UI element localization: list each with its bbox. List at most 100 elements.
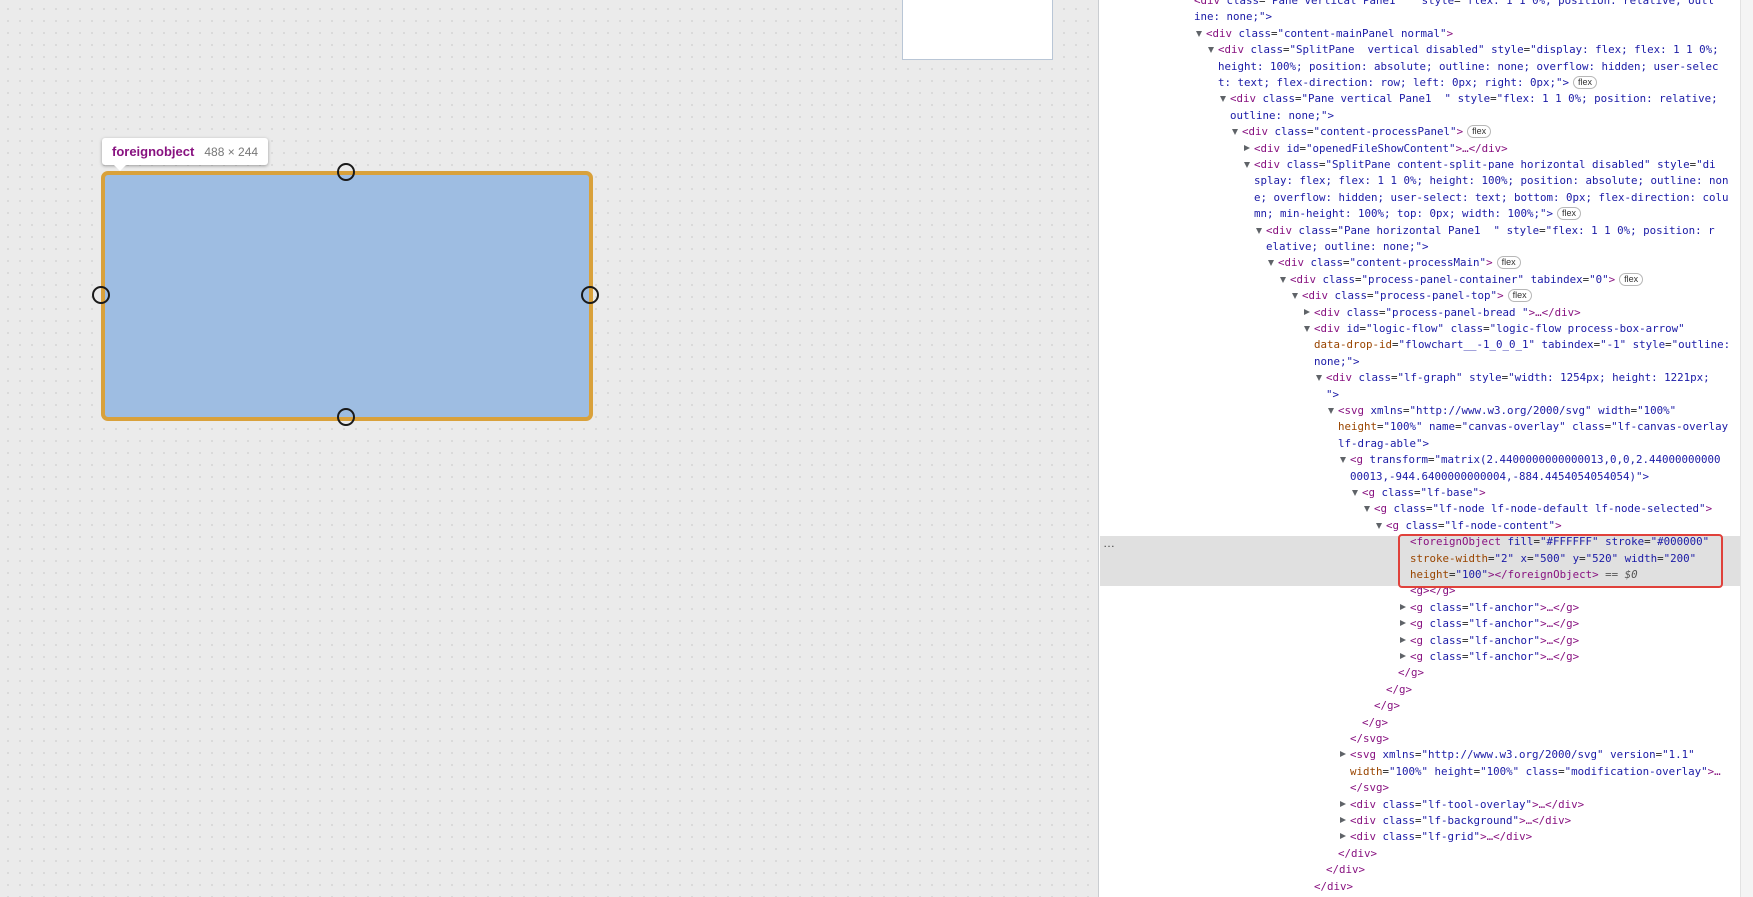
expand-triangle-open-icon[interactable]: [1352, 490, 1358, 496]
dom-row-text: </g>: [1374, 699, 1401, 713]
expand-triangle-closed-icon[interactable]: [1400, 620, 1406, 627]
dom-row-text: <div class="Pane vertical Pane1 " style=…: [1230, 92, 1718, 106]
dom-row-text: </svg>: [1350, 732, 1390, 745]
anchor-top-handle[interactable]: [337, 163, 355, 181]
tooltip-element-name: foreignobject: [112, 144, 195, 159]
dom-row-text: <g class="lf-anchor">…</g>: [1410, 650, 1580, 663]
expand-triangle-closed-icon[interactable]: [1244, 144, 1250, 151]
minimap-panel[interactable]: [902, 0, 1053, 60]
dom-row-text: <div class="Pane vertical Pane1 " style=…: [1194, 0, 1715, 7]
dom-row-text: splay: flex; flex: 1 1 0%; height: 100%;…: [1254, 174, 1729, 188]
dom-row-text: <g class="lf-base">: [1362, 486, 1486, 499]
expand-triangle-open-icon[interactable]: [1268, 260, 1274, 267]
flex-badge[interactable]: flex: [1573, 76, 1598, 89]
dom-row-text: outline: none;">: [1230, 108, 1335, 122]
dom-row-text: <div class="process-panel-top"> flex: [1302, 288, 1532, 304]
dom-row-text: <g></g>: [1410, 584, 1456, 598]
flex-badge[interactable]: flex: [1507, 289, 1532, 303]
dom-row-text: elative; outline: none;">: [1266, 240, 1429, 253]
dom-row-text: <div id="logic-flow" class="logic-flow p…: [1314, 322, 1685, 335]
expand-triangle-open-icon[interactable]: [1232, 129, 1238, 136]
dom-row-text: height="100%" name="canvas-overlay" clas…: [1338, 420, 1729, 434]
expand-triangle-closed-icon[interactable]: [1340, 817, 1346, 823]
dom-row-text: <div class="content-mainPanel normal">: [1206, 26, 1454, 40]
dom-row-text: <div class="content-processPanel"> flex: [1242, 124, 1492, 140]
dom-row-text: <div class="SplitPane content-split-pane…: [1254, 158, 1716, 171]
dom-row-text: </g>: [1398, 666, 1425, 680]
expand-triangle-open-icon[interactable]: [1244, 162, 1250, 168]
dom-row-text: 00013,-944.6400000000004,-884.4454054054…: [1350, 469, 1650, 483]
expand-triangle-open-icon[interactable]: [1292, 293, 1298, 300]
dom-row-text: </div>: [1326, 863, 1366, 877]
anchor-left-handle[interactable]: [92, 286, 110, 304]
dom-row-text: e; overflow: hidden; user-select: text; …: [1254, 190, 1729, 204]
expand-triangle-closed-icon[interactable]: [1304, 308, 1310, 315]
dom-row-text: stroke-width="2" x="500" y="520" width="…: [1410, 551, 1697, 565]
anchor-bottom-handle[interactable]: [337, 408, 355, 426]
dom-row-text: none;">: [1314, 354, 1360, 368]
expand-triangle-closed-icon[interactable]: [1340, 833, 1346, 840]
expand-triangle-open-icon[interactable]: [1340, 457, 1346, 464]
dom-row-text: <g class="lf-node lf-node-default lf-nod…: [1374, 502, 1713, 516]
flex-badge[interactable]: flex: [1467, 125, 1492, 139]
dom-row-text: <svg xmlns="http://www.w3.org/2000/svg" …: [1338, 404, 1677, 417]
dom-row-text: <div class="lf-graph" style="width: 1254…: [1326, 371, 1710, 385]
dom-row-text: <g class="lf-anchor">…</g>: [1410, 600, 1580, 614]
expand-triangle-open-icon[interactable]: [1196, 30, 1202, 37]
dom-row-text: ine: none;">: [1194, 10, 1273, 24]
dom-row-text: </svg>: [1350, 781, 1390, 795]
expand-triangle-closed-icon[interactable]: [1400, 603, 1406, 610]
console-ref-label: == $0: [1598, 568, 1638, 581]
dom-row-text: <svg xmlns="http://www.w3.org/2000/svg" …: [1350, 748, 1695, 762]
dom-row-text: </div>: [1338, 846, 1378, 860]
expand-triangle-open-icon[interactable]: [1364, 506, 1370, 513]
expand-triangle-closed-icon[interactable]: [1400, 653, 1406, 659]
dom-row-text: ">: [1326, 387, 1340, 401]
devtools-scrollbar[interactable]: [1740, 0, 1753, 897]
expand-triangle-open-icon[interactable]: [1304, 326, 1310, 332]
expand-triangle-open-icon[interactable]: [1208, 47, 1214, 54]
expand-triangle-closed-icon[interactable]: [1340, 751, 1346, 758]
dom-row-text: <g transform="matrix(2.4400000000000013,…: [1350, 453, 1721, 467]
dom-row-text: <foreignObject fill="#FFFFFF" stroke="#0…: [1410, 535, 1710, 549]
expand-triangle-open-icon[interactable]: [1256, 227, 1262, 234]
dom-row-text: height: 100%; position: absolute; outlin…: [1218, 59, 1719, 73]
inspect-tooltip: foreignobject 488 × 244: [102, 138, 269, 171]
tooltip-element-size: 488 × 244: [204, 144, 259, 159]
dom-row-text: </g>: [1386, 682, 1413, 696]
expand-triangle-open-icon[interactable]: [1328, 408, 1334, 414]
dom-row-text: t: text; flex-direction: row; left: 0px;…: [1218, 75, 1598, 91]
expand-triangle-open-icon[interactable]: [1376, 522, 1382, 529]
devtools-elements-panel[interactable]: … <div class="Pane vertical Pane1 " styl…: [1098, 0, 1753, 897]
expand-triangle-open-icon[interactable]: [1316, 375, 1322, 382]
anchor-right-handle[interactable]: [581, 286, 599, 304]
expand-triangle-closed-icon[interactable]: [1400, 636, 1406, 643]
dom-row-text: <div class="lf-background">…</div>: [1350, 814, 1572, 827]
dom-row-text: <div class="content-processMain"> flex: [1278, 255, 1521, 271]
expand-triangle-open-icon[interactable]: [1220, 96, 1226, 103]
dom-row-text: <div id="openedFileShowContent">…</div>: [1254, 141, 1508, 155]
dom-row-text: <div class="lf-grid">…</div>: [1350, 830, 1533, 844]
selected-flow-node[interactable]: [101, 171, 593, 421]
dom-row-text: lf-drag-able">: [1338, 436, 1430, 450]
selected-node-menu-dots[interactable]: …: [1103, 536, 1116, 550]
dom-row-text: <div class="process-panel-container" tab…: [1290, 272, 1644, 288]
dom-row-text: height="100"></foreignObject> == $0: [1410, 568, 1638, 581]
flex-badge[interactable]: flex: [1619, 272, 1644, 286]
flow-canvas[interactable]: foreignobject 488 × 244: [0, 0, 1098, 897]
dom-row-text: </g>: [1362, 715, 1389, 729]
dom-row-text: <div class="process-panel-bread ">…</div…: [1314, 305, 1581, 319]
flex-badge[interactable]: flex: [1496, 256, 1521, 270]
dom-row-text: <div class="lf-tool-overlay">…</div>: [1350, 797, 1585, 811]
flex-badge[interactable]: flex: [1557, 207, 1582, 221]
dom-row-text: mn; min-height: 100%; top: 0px; width: 1…: [1254, 206, 1582, 222]
dom-row-text: data-drop-id="flowchart__-1_0_0_1" tabin…: [1314, 338, 1731, 352]
dom-row-text: </div>: [1314, 879, 1354, 893]
dom-row-text: <g class="lf-anchor">…</g>: [1410, 617, 1580, 631]
dom-row-text: width="100%" height="100%" class="modifi…: [1350, 764, 1721, 778]
expand-triangle-closed-icon[interactable]: [1340, 800, 1346, 807]
dom-row-text: <div class="Pane horizontal Pane1 " styl…: [1266, 223, 1715, 237]
expand-triangle-open-icon[interactable]: [1280, 276, 1286, 283]
dom-row-text: <div class="SplitPane vertical disabled"…: [1218, 43, 1719, 57]
dom-row-text: <g class="lf-node-content">: [1386, 518, 1562, 532]
